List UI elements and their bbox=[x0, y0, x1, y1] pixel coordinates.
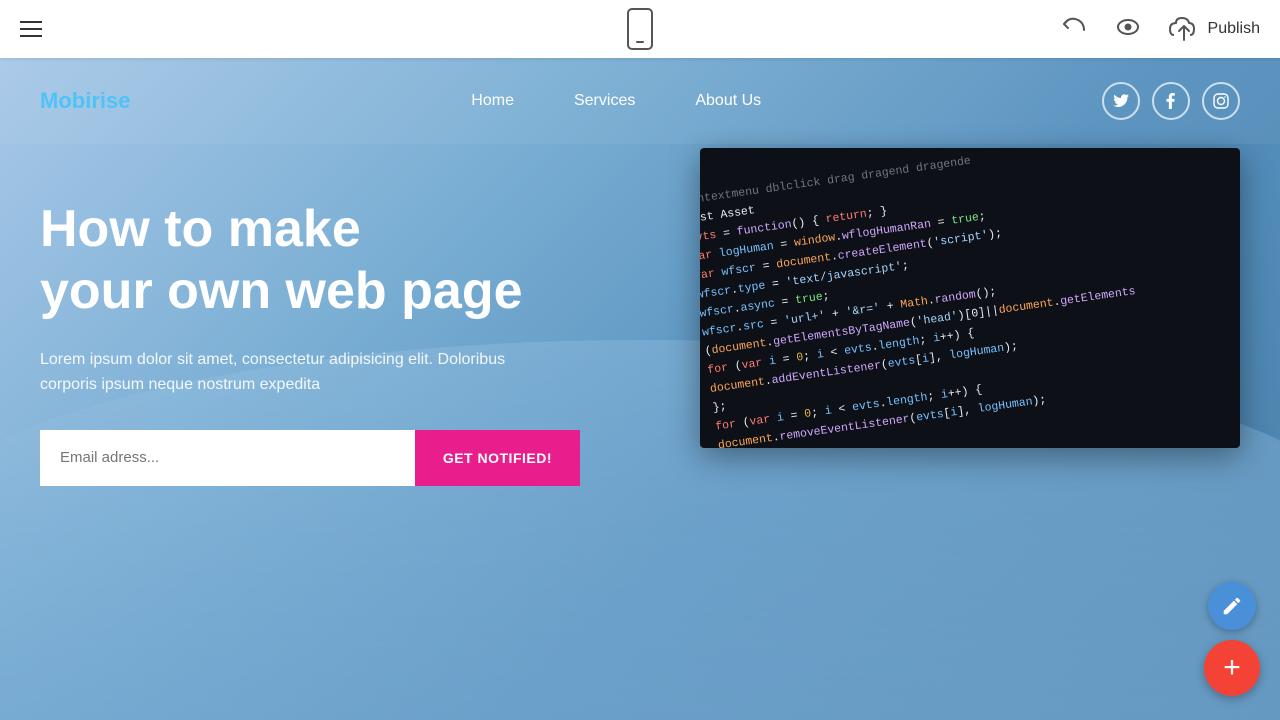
nav-about[interactable]: About Us bbox=[695, 92, 761, 110]
email-input[interactable] bbox=[40, 430, 415, 486]
social-icons bbox=[1102, 82, 1240, 120]
nav-links: Home Services About Us bbox=[471, 92, 761, 110]
toolbar-left bbox=[20, 21, 42, 37]
hero-content: How to make your own web page Lorem ipsu… bbox=[40, 158, 1240, 486]
hero-background: Mobirise Home Services About Us bbox=[0, 58, 1280, 720]
hero-subtitle: Lorem ipsum dolor sit amet, consectetur … bbox=[40, 347, 560, 398]
preview-icon[interactable] bbox=[1112, 15, 1144, 44]
hamburger-menu[interactable] bbox=[20, 21, 42, 37]
site-nav: Mobirise Home Services About Us bbox=[0, 58, 1280, 144]
toolbar-center bbox=[627, 8, 653, 50]
facebook-icon[interactable] bbox=[1152, 82, 1190, 120]
email-form: GET NOTIFIED! bbox=[40, 430, 580, 486]
preview-area: Mobirise Home Services About Us bbox=[0, 58, 1280, 720]
hero-text: How to make your own web page Lorem ipsu… bbox=[40, 158, 620, 486]
code-content: contextmenu dblclick drag dragend dragen… bbox=[700, 148, 1237, 448]
instagram-icon[interactable] bbox=[1202, 82, 1240, 120]
phone-preview-icon[interactable] bbox=[627, 8, 653, 50]
site-logo: Mobirise bbox=[40, 88, 130, 114]
hero-title: How to make your own web page bbox=[40, 198, 620, 323]
twitter-icon[interactable] bbox=[1102, 82, 1140, 120]
fab-pencil-button[interactable] bbox=[1208, 582, 1256, 630]
toolbar-right: Publish bbox=[1060, 14, 1260, 45]
undo-icon[interactable] bbox=[1060, 14, 1088, 45]
fab-add-button[interactable]: + bbox=[1204, 640, 1260, 696]
nav-home[interactable]: Home bbox=[471, 92, 514, 110]
code-screenshot: contextmenu dblclick drag dragend dragen… bbox=[700, 148, 1240, 448]
code-background: contextmenu dblclick drag dragend dragen… bbox=[700, 148, 1240, 448]
publish-label: Publish bbox=[1208, 20, 1260, 38]
publish-button[interactable]: Publish bbox=[1168, 15, 1260, 43]
toolbar: Publish bbox=[0, 0, 1280, 58]
notify-button[interactable]: GET NOTIFIED! bbox=[415, 430, 580, 486]
add-icon: + bbox=[1223, 653, 1241, 683]
nav-services[interactable]: Services bbox=[574, 92, 635, 110]
